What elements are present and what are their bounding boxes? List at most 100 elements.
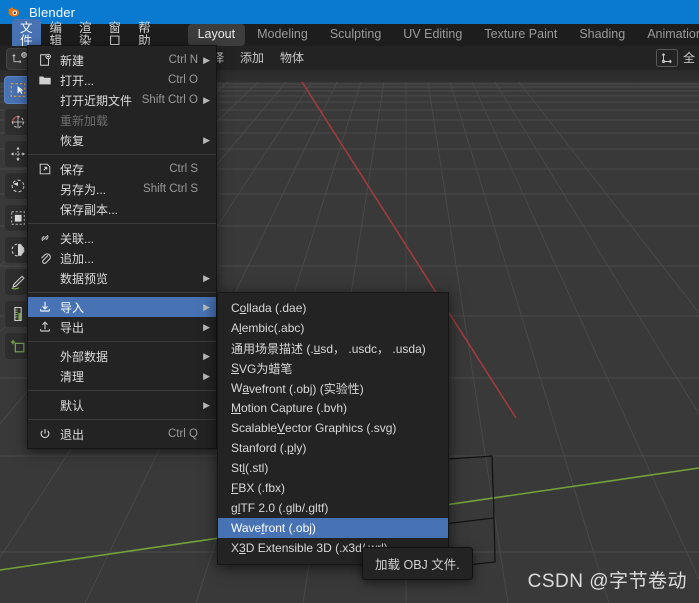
file-menu-item-10[interactable]: 关联... ▶ [28,228,216,248]
file-menu-item-label: 外部数据 [60,349,109,364]
import-submenu-item-8[interactable]: St l (.stl) [218,458,448,478]
import-submenu-item-6[interactable]: Scalable Vector Graphics (.svg) [218,418,448,438]
file-menu-item-label: 追加... [60,251,95,266]
file-menu-item-shortcut: Shift Ctrl S [143,183,198,195]
accelerator-char: p [287,441,294,455]
file-menu-item-label: 数据预览 [60,271,109,286]
file-menu-item-label: 导出 [60,320,85,335]
file-menu-dropdown: 新建Ctrl N▶打开...Ctrl O▶打开近期文件Shift Ctrl O▶… [27,45,217,449]
file-menu-item-0[interactable]: 新建 Ctrl N ▶ [28,50,216,70]
accelerator-char: S [231,361,240,375]
tab-shading[interactable]: Shading [569,24,635,46]
submenu-arrow-placeholder: ▶ [200,205,210,214]
file-menu-item-14[interactable]: 导入 ▶ [28,297,216,317]
viewport-header-item-1[interactable]: 添加 [240,52,264,64]
accelerator-char: l [239,321,242,335]
file-menu-item-11[interactable]: 追加... ▶ [28,248,216,268]
tab-sculpting[interactable]: Sculpting [320,24,391,46]
import-submenu-item-2[interactable]: 通用场景描述 (. u sd， .usdc， .usda) [218,338,448,358]
accelerator-char: 3 [239,541,246,555]
transform-icon [11,243,25,257]
file-menu-item-22[interactable]: 退出 Ctrl Q▶ [28,424,216,444]
file-menu-item-shortcut: Ctrl Q [167,428,198,440]
submenu-arrow-placeholder: ▶ [200,254,210,263]
accelerator-char: V [277,421,286,435]
file-menu-item-8[interactable]: 保存副本... ▶ [28,199,216,219]
file-menu-item-label: 保存副本... [60,202,119,217]
accelerator-char: F [231,481,239,495]
file-menu-item-shortcut: Ctrl S [169,163,198,175]
file-menu-item-3: 重新加载 ▶ [28,110,216,130]
import-submenu-item-10[interactable]: g l TF 2.0 (.glb/.gltf) [218,498,448,518]
import-submenu-item-7[interactable]: Stanford (. p ly) [218,438,448,458]
file-menu-item-12[interactable]: 数据预览 ▶ [28,268,216,288]
file-menu-item-shortcut: Shift Ctrl O [141,94,198,106]
menu-item-no-icon [36,132,54,148]
link-chain-icon [36,230,54,246]
file-menu-item-18[interactable]: 清理 ▶ [28,366,216,386]
export-icon [36,319,54,335]
file-menu-item-label: 导入 [60,300,85,315]
import-submenu-item-9[interactable]: F BX (.fbx) [218,478,448,498]
measure-ruler-icon [14,306,22,322]
menu-item-no-icon [36,181,54,197]
file-menu-item-label: 默认 [60,398,85,413]
tab-uv-editing[interactable]: UV Editing [393,24,472,46]
menu-item-no-icon [36,270,54,286]
menu-item-no-icon [36,368,54,384]
accelerator-char: u [313,341,321,355]
submenu-arrow-placeholder: ▶ [200,430,210,439]
menu-separator [28,223,216,224]
viewport-header-right: 全 [655,49,699,67]
tooltip: 加载 OBJ 文件. [362,547,473,580]
tab-animation[interactable]: Animation [637,24,699,46]
file-menu-item-15[interactable]: 导出 ▶ [28,317,216,337]
import-submenu-item-3[interactable]: S VG为蜡笔 [218,358,448,378]
menu-separator [28,390,216,391]
import-submenu-item-11[interactable]: Wave f ront (.obj) [218,518,448,538]
file-menu-item-20[interactable]: 默认 ▶ [28,395,216,415]
open-folder-icon [36,72,54,88]
new-file-icon [36,52,54,68]
file-menu-item-6[interactable]: 保存 Ctrl S▶ [28,159,216,179]
submenu-arrow-placeholder: ▶ [200,165,210,174]
file-menu-item-2[interactable]: 打开近期文件 Shift Ctrl O ▶ [28,90,216,110]
import-submenu-item-4[interactable]: Wa vefront (.obj) (实验性) [218,378,448,398]
tab-modeling[interactable]: Modeling [247,24,318,46]
import-submenu-item-5[interactable]: Motion Capture (.bvh) [218,398,448,418]
menu-separator [28,341,216,342]
submenu-arrow-icon: ▶ [203,134,210,145]
accelerator-char: l [242,461,246,475]
blender-window: Blender 文件 编辑 渲染 窗口 帮助 Layout Modeling Sculpti… [0,0,699,603]
submenu-arrow-icon: ▶ [203,370,210,381]
submenu-arrow-placeholder: ▶ [200,76,210,85]
tab-layout[interactable]: Layout [187,24,246,46]
file-menu-item-label: 保存 [60,162,85,177]
submenu-arrow-placeholder: ▶ [200,234,210,243]
accelerator-char: a [242,381,250,395]
viewport-header-item-2[interactable]: 物体 [280,52,304,64]
viewport-header-right-label[interactable]: 全 [683,52,695,64]
file-menu-item-17[interactable]: 外部数据 ▶ [28,346,216,366]
file-menu-item-4[interactable]: 恢复 ▶ [28,130,216,150]
file-menu-item-label: 清理 [60,369,85,384]
import-submenu-item-0[interactable]: Co llada (.dae) [218,298,448,318]
blender-logo-icon [8,7,20,17]
accelerator-char: f [261,521,265,535]
submenu-arrow-icon: ▶ [203,94,210,105]
menu-separator [28,154,216,155]
move-arrows-icon [10,146,26,162]
tab-texture-paint[interactable]: Texture Paint [474,24,567,46]
transform-orientation-button[interactable] [655,49,678,67]
main-menubar: 文件 编辑 渲染 窗口 帮助 Layout Modeling Sculpting UV Edi… [0,19,699,51]
submenu-arrow-icon: ▶ [203,399,210,410]
file-menu-item-7[interactable]: 另存为... Shift Ctrl S▶ [28,179,216,199]
menu-item-no-icon [36,397,54,413]
import-submenu-item-1[interactable]: Al embic(.abc) [218,318,448,338]
annotate-pencil-icon [11,275,25,290]
power-icon [36,426,54,442]
file-menu-item-1[interactable]: 打开... Ctrl O▶ [28,70,216,90]
accelerator-char: M [231,401,241,415]
scale-square-icon [11,211,25,225]
file-menu-item-label: 打开... [60,73,95,88]
